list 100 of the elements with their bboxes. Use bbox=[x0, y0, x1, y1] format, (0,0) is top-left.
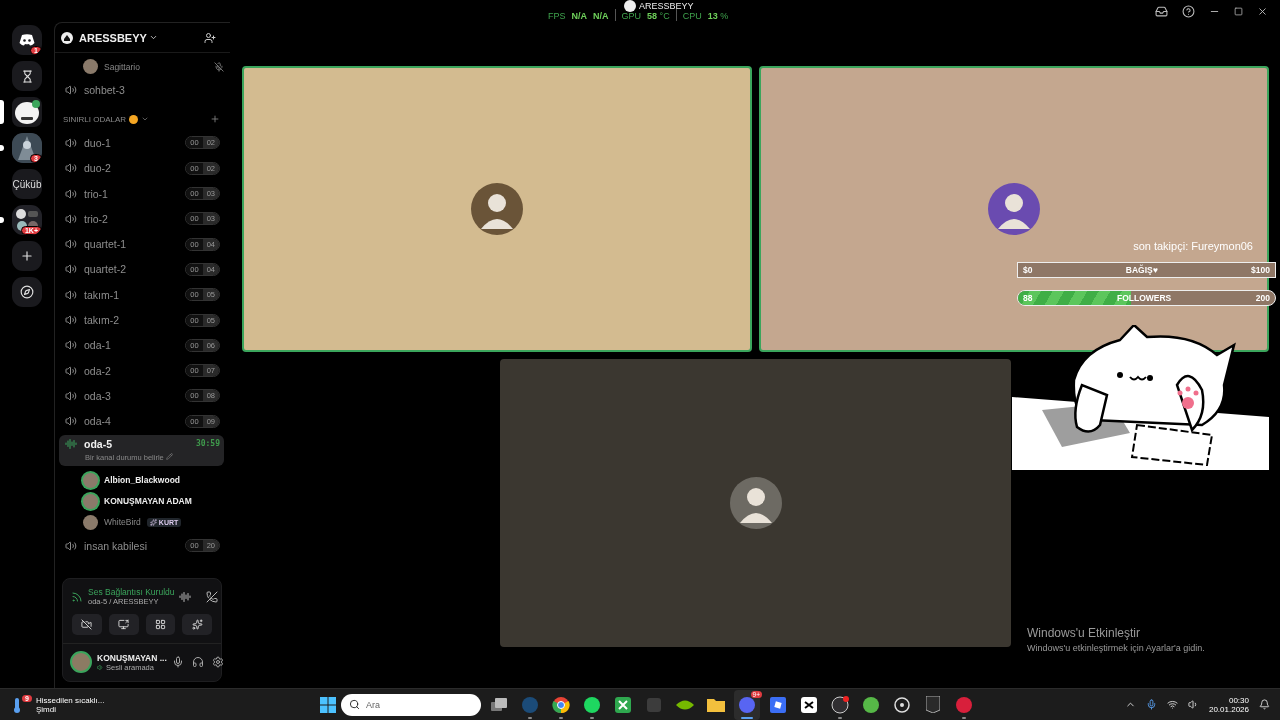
app-icon[interactable] bbox=[955, 695, 973, 714]
speaker-icon bbox=[65, 415, 77, 428]
start-icon[interactable] bbox=[320, 696, 336, 713]
network-icon[interactable] bbox=[1166, 699, 1178, 710]
activation-title: Windows'u Etkinleştir bbox=[1027, 626, 1141, 640]
inbox-icon[interactable] bbox=[1155, 4, 1168, 18]
chevron-icon bbox=[148, 33, 158, 42]
speaker-icon bbox=[65, 539, 77, 552]
microphone-icon[interactable] bbox=[171, 656, 184, 668]
search-icon bbox=[349, 699, 360, 710]
clock[interactable]: 00:30 20.01.2026 bbox=[1208, 695, 1249, 714]
crosshair-icon bbox=[893, 695, 911, 714]
settings-icon[interactable] bbox=[211, 656, 224, 668]
voice-member[interactable]: Sagittario bbox=[59, 56, 224, 77]
followers-bar: 88 FOLLOWERS 200 bbox=[1017, 290, 1276, 306]
server-icon-tile[interactable] bbox=[12, 277, 42, 307]
discord-icon[interactable] bbox=[738, 695, 756, 714]
discord-icon bbox=[19, 34, 35, 46]
capcut-icon bbox=[801, 696, 817, 713]
server-icon bbox=[12, 133, 42, 163]
effects-button[interactable] bbox=[182, 614, 212, 635]
voice-member[interactable]: Albion_Blackwood bbox=[59, 469, 224, 491]
speaker-icon bbox=[65, 288, 77, 301]
folder-icon bbox=[707, 697, 725, 712]
weather-time: Şimdi bbox=[35, 704, 57, 714]
volume-icon[interactable] bbox=[1187, 699, 1199, 710]
category-header[interactable]: SINIRLI ODALAR bbox=[59, 108, 224, 131]
sparkle-icon bbox=[149, 518, 157, 526]
voice-member[interactable]: KONUŞMAYAN ADAM bbox=[59, 490, 224, 512]
server-icon-tile[interactable]: Çüküb bbox=[12, 169, 42, 199]
torrent-icon[interactable] bbox=[862, 695, 880, 714]
pencil-icon[interactable] bbox=[165, 452, 173, 460]
screen-share-button[interactable] bbox=[108, 614, 139, 635]
user-name: KONUŞMAYAN ... bbox=[97, 652, 167, 663]
grid-icon bbox=[154, 619, 166, 630]
avatar bbox=[83, 472, 98, 488]
chrome-icon bbox=[552, 695, 570, 714]
avatar bbox=[471, 183, 523, 235]
speaker-icon bbox=[65, 187, 77, 200]
nvidia-icon bbox=[676, 698, 694, 711]
mascot-icon bbox=[13, 98, 41, 126]
soundboard-icon[interactable] bbox=[179, 590, 192, 603]
help-icon[interactable] bbox=[1182, 4, 1195, 18]
spotify-icon[interactable] bbox=[583, 695, 601, 714]
signal-icon bbox=[71, 590, 83, 603]
server-icon-tile[interactable] bbox=[12, 97, 42, 127]
sparkle-icon bbox=[191, 619, 203, 630]
avatar bbox=[70, 651, 92, 673]
camera-off-icon bbox=[81, 619, 93, 630]
xbox-icon bbox=[614, 695, 632, 714]
avatar bbox=[729, 477, 782, 529]
microphone-icon[interactable] bbox=[1145, 699, 1157, 710]
audio-icon bbox=[65, 437, 77, 450]
server-name: Çüküb bbox=[12, 178, 42, 190]
disconnect-icon[interactable] bbox=[206, 590, 219, 603]
roblox-icon bbox=[770, 696, 786, 713]
performance-overlay: ARESSBEYY FPS N/A N/A GPU 58 °C CPU 13 % bbox=[548, 0, 729, 22]
server-name[interactable]: ARESSBEYY bbox=[79, 31, 198, 44]
notification-icon[interactable] bbox=[1259, 699, 1270, 710]
emoji-icon bbox=[129, 114, 139, 124]
obs-icon bbox=[831, 695, 849, 714]
server-icon bbox=[61, 31, 73, 44]
server-icon-tile[interactable] bbox=[12, 241, 42, 271]
speaker-icon bbox=[65, 389, 77, 402]
call-timer: 30:59 bbox=[195, 439, 220, 449]
search-field[interactable]: Ara bbox=[341, 693, 481, 716]
speaker-icon bbox=[65, 238, 77, 251]
avatar bbox=[83, 493, 98, 509]
weather-text: Hissedilen sıcaklı... bbox=[35, 695, 105, 705]
activation-text: Windows'u etkinleştirmek için Ayarlar'a gidin. bbox=[1027, 643, 1205, 653]
maximize-icon[interactable] bbox=[1234, 6, 1243, 16]
screen-share-icon bbox=[118, 619, 130, 630]
speaker-icon bbox=[65, 339, 77, 352]
add-icon[interactable] bbox=[210, 114, 220, 125]
hourglass-icon bbox=[20, 69, 34, 83]
voice-channel[interactable]: sohbet-3 bbox=[59, 77, 224, 103]
speaker-icon bbox=[97, 663, 104, 671]
app-icon bbox=[647, 697, 661, 712]
compass-icon bbox=[20, 285, 34, 299]
avatar bbox=[988, 183, 1040, 235]
add-icon bbox=[20, 249, 34, 263]
speaker-icon bbox=[65, 162, 77, 175]
speaker-icon bbox=[65, 314, 77, 326]
speaker-icon bbox=[65, 136, 77, 149]
server-icon-tile[interactable] bbox=[12, 61, 42, 91]
speaker-icon bbox=[65, 212, 77, 225]
connection-status: Ses Bağlantısı Kuruldu bbox=[88, 587, 175, 597]
donation-bar: $0 BAĞIŞ♥ $100 bbox=[1017, 262, 1276, 278]
task-view-icon bbox=[491, 697, 507, 712]
last-follower: son takipçi: Fureymon06 bbox=[1133, 240, 1253, 252]
headphones-icon[interactable] bbox=[191, 656, 204, 668]
avatar bbox=[83, 514, 98, 530]
avatar bbox=[624, 0, 636, 12]
speaker-icon bbox=[65, 364, 77, 377]
activities-button[interactable] bbox=[145, 614, 176, 635]
camera-button[interactable] bbox=[72, 614, 102, 635]
epic-icon bbox=[926, 696, 940, 713]
invite-icon[interactable] bbox=[204, 31, 216, 44]
speaker-icon bbox=[65, 263, 77, 276]
close-icon[interactable] bbox=[1257, 5, 1268, 17]
